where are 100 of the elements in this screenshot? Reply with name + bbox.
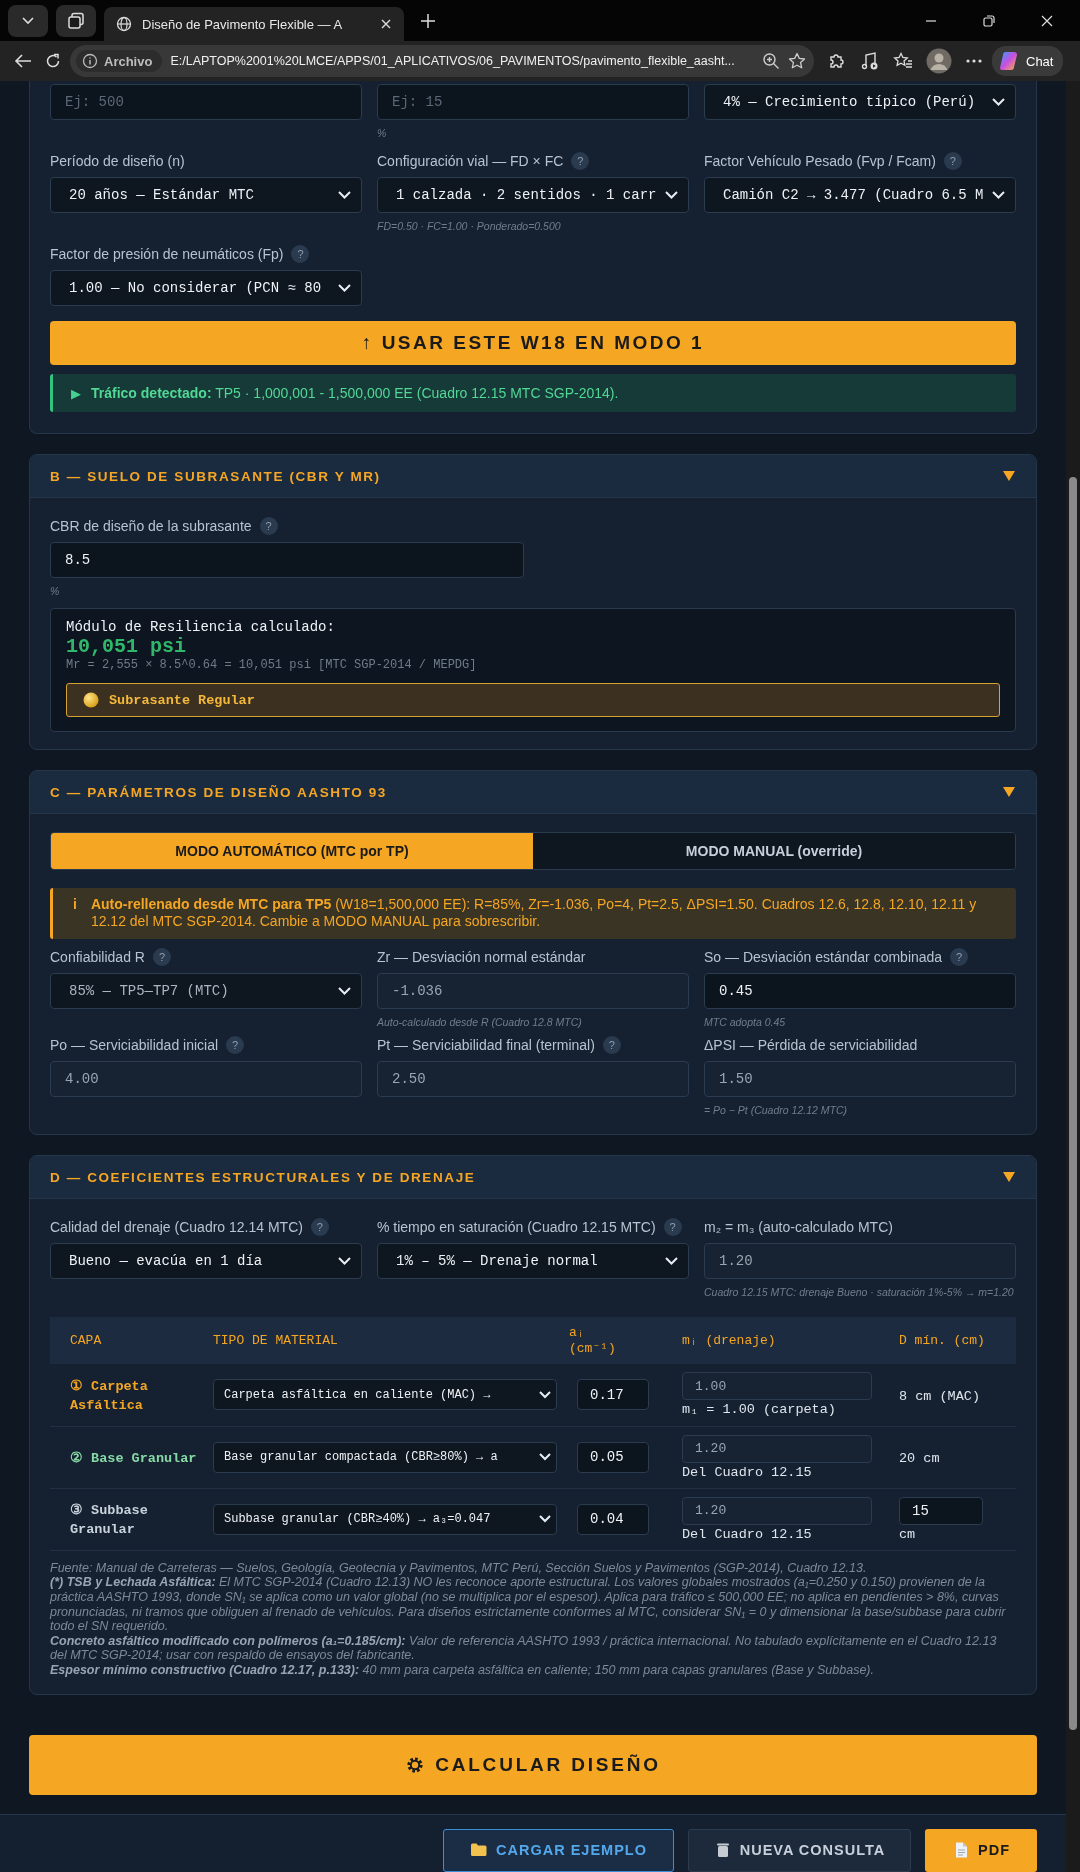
select-field[interactable]: 20 años — Estándar MTC xyxy=(50,177,362,213)
chevron-down-icon xyxy=(665,191,678,199)
chevron-down-icon xyxy=(338,1257,351,1266)
chevron-down-icon xyxy=(338,987,351,996)
load-example-button[interactable]: CARGAR EJEMPLO xyxy=(443,1829,674,1872)
section-header[interactable]: D — COEFICIENTES ESTRUCTURALES Y DE DRENAJE xyxy=(30,1156,1036,1200)
help-button[interactable]: ? xyxy=(310,1218,329,1237)
help-button[interactable]: ? xyxy=(663,1218,682,1237)
select-field[interactable]: Carpeta asfáltica en caliente (MAC) → xyxy=(213,1379,557,1411)
select-field[interactable]: Bueno — evacúa en 1 día xyxy=(50,1243,362,1280)
help-button[interactable]: ? xyxy=(291,245,310,263)
select-field[interactable]: 4% — Crecimiento típico (Perú) xyxy=(704,84,1016,120)
input-field[interactable]: 0.17 xyxy=(577,1379,649,1411)
star-icon[interactable] xyxy=(788,52,806,70)
back-icon[interactable] xyxy=(14,53,32,69)
footnote-text: Fuente: Manual de Carreteras — Suelos, Geología, Geotecnia y Pavimentos, MTC Perú, Sección Suelos y Pavimentos (SGP-2014), Cuadro 12.13. xyxy=(50,1560,868,1576)
squares-icon xyxy=(67,11,85,30)
chevron-down-icon xyxy=(338,191,351,199)
field-label: Pt — Serviciabilidad final (terminal) xyxy=(377,1037,595,1054)
input-field[interactable]: 0.05 xyxy=(577,1441,649,1473)
select-field[interactable]: 1% – 5% — Drenaje normal xyxy=(377,1243,689,1280)
field-label: Calidad del drenaje (Cuadro 12.14 MTC) xyxy=(50,1219,303,1236)
field-label: Configuración vial — FD × FC xyxy=(377,153,564,169)
chat-button[interactable]: Chat xyxy=(992,46,1064,76)
column-header: CAPA xyxy=(50,1317,213,1365)
close-icon[interactable] xyxy=(380,18,392,30)
select-field[interactable]: Base granular compactada (CBR≥80%) → a xyxy=(213,1441,557,1473)
notice-text: Auto-rellenado desde MTC para TP5 (W18=1,500,000 EE): R=85%, Zr=-1.036, Po=4, Pt=2.5, ΔPSI=1.50. Cuadros 12.6, 12.8, 12.10, 12.11 y 12.12 del MTC SGP-2014. Cambie a MODO MANUAL para sobrescribir. xyxy=(90,896,978,931)
site-info-button[interactable]: Archivo xyxy=(76,50,163,72)
input-field: -1.036 xyxy=(377,973,689,1010)
field-hint: Del Cuadro 12.15 xyxy=(682,1464,813,1480)
status-text: Subrasante Regular xyxy=(109,692,255,708)
reload-icon[interactable] xyxy=(45,53,61,69)
plus-icon[interactable] xyxy=(420,12,436,29)
unit-label: cm xyxy=(899,1526,917,1542)
input-field[interactable]: 0.45 xyxy=(704,973,1016,1010)
footnote-text: (*) TSB y Lechada Asfáltica: El MTC SGP-2014 (Cuadro 12.13) NO les reconoce aporte estructural. Los valores globales mostrados (a₁=0.250 y 0.150) provienen de la práctica AASHTO 1993, donde SN₁ se aplica como un valor global (no se multiplica por el espesor). Aplica para tráfico ≤ 500,000 EE; no aplica en pendientes > 8%, curvas pronunciadas, ni tramos que obliguen al frenado de vehículos. Para diseños estrictamente conformes al MTC, considerar SN₁ = 0 y dimensionar la base/subbase para cubrir todo el SN requerido. xyxy=(50,1575,1007,1634)
input-field: 1.20 xyxy=(682,1496,872,1525)
field-label: m₂ = m₃ (auto-calculado MTC) xyxy=(704,1219,893,1236)
chevron-down-icon xyxy=(992,191,1005,199)
footnote-text: Concreto asfáltico modificado con polímeros (a₁=0.185/cm): Valor de referencia AASHTO 1993 / práctica internacional. No tabulado explícitamente en el Cuadro 12.13 del MTC SGP-2014; usar con respaldo de ensayos del fabricante. xyxy=(50,1633,998,1663)
chevron-down-icon xyxy=(665,1257,678,1266)
table-cell: 20 cm xyxy=(899,1451,940,1467)
input-field: 1.20 xyxy=(704,1243,1016,1280)
restore-icon[interactable] xyxy=(982,13,996,28)
select-field[interactable]: 1 calzada · 2 sentidos · 1 carr xyxy=(377,177,689,213)
input-field[interactable]: Ej: 500 xyxy=(50,84,362,120)
field-label: CBR de diseño de la subrasante xyxy=(50,518,252,535)
more-icon[interactable] xyxy=(965,58,983,64)
select-field: 85% — TP5—TP7 (MTC) xyxy=(50,973,362,1010)
field-label: Po — Serviciabilidad inicial xyxy=(50,1037,219,1054)
pdf-button[interactable]: PDF xyxy=(925,1829,1037,1872)
address-bar[interactable]: Archivo E:/LAPTOP%2001%20LMCE/APPS/01_APLICATIVOS/06_PAVIMENTOS/pavimento_flexible_aasht... xyxy=(70,45,814,77)
chevron-down-icon xyxy=(21,15,35,26)
section-header[interactable]: B — SUELO DE SUBRASANTE (CBR Y MR) xyxy=(30,455,1036,499)
input-field[interactable]: 8.5 xyxy=(50,542,524,579)
browser-tab[interactable]: Diseño de Pavimento Flexible — A xyxy=(104,7,404,41)
workspaces-button[interactable] xyxy=(56,4,96,37)
field-label: So — Desviación estándar combinada xyxy=(704,949,943,966)
chevron-down-icon xyxy=(539,1453,551,1462)
chevron-down-icon xyxy=(539,1515,551,1524)
section-header[interactable]: C — PARÁMETROS DE DISEÑO AASHTO 93 xyxy=(30,771,1036,815)
info-icon xyxy=(82,53,98,69)
column-header: D mín. (cm) xyxy=(887,1317,1016,1365)
field-hint: % xyxy=(50,584,61,599)
input-field[interactable]: 0.04 xyxy=(577,1503,649,1535)
layer-name: ① Carpeta Asfáltica xyxy=(70,1378,148,1413)
favorites-icon[interactable] xyxy=(893,51,913,71)
footnote-text: Espesor mínimo constructivo (Cuadro 12.17, p.133): 40 mm para carpeta asfáltica en caliente; 150 mm para capas granulares (Base y Subbase). xyxy=(50,1662,875,1678)
calculate-button[interactable]: CALCULAR DISEÑO xyxy=(29,1735,1037,1795)
mode-tab[interactable]: MODO AUTOMÁTICO (MTC por TP) xyxy=(51,833,533,870)
help-button[interactable]: ? xyxy=(950,948,969,967)
input-field[interactable]: 15 xyxy=(899,1496,983,1525)
use-w18-button[interactable]: ↑ USAR ESTE W18 EN MODO 1 xyxy=(50,321,1016,365)
new-query-button[interactable]: NUEVA CONSULTA xyxy=(688,1829,911,1872)
layer-name: ③ Subbase Granular xyxy=(70,1503,148,1538)
scrollbar[interactable] xyxy=(1066,81,1080,1872)
field-label: Zr — Desviación normal estándar xyxy=(377,949,586,966)
help-button[interactable]: ? xyxy=(943,152,962,170)
url-text: E:/LAPTOP%2001%20LMCE/APPS/01_APLICATIVOS/06_PAVIMENTOS/pavimento_flexible_aasht... xyxy=(170,54,736,68)
chevron-down-icon xyxy=(992,98,1005,106)
triangle-icon: ▶ xyxy=(71,385,81,401)
gear-icon xyxy=(405,1755,426,1775)
tab-list-button[interactable] xyxy=(8,4,48,37)
select-field[interactable]: 1.00 — No considerar (PCN ≈ 80 xyxy=(50,270,362,306)
close-icon[interactable] xyxy=(1040,13,1054,28)
mode-tab[interactable]: MODO MANUAL (override) xyxy=(533,833,1015,870)
dot-icon xyxy=(83,692,99,709)
result-value: 10,051 psi xyxy=(66,635,188,659)
avatar-icon[interactable] xyxy=(926,48,952,74)
select-field[interactable]: Camión C2 → 3.477 (Cuadro 6.5 M xyxy=(704,177,1016,213)
globe-icon xyxy=(116,16,132,32)
input-field[interactable]: Ej: 15 xyxy=(377,84,689,120)
select-field[interactable]: Subbase granular (CBR≥40%) → a₃=0.047 xyxy=(213,1503,557,1535)
field-hint: Auto-calculado desde R (Cuadro 12.8 MTC) xyxy=(377,1015,583,1030)
music-note-icon[interactable] xyxy=(860,51,880,71)
help-button[interactable]: ? xyxy=(571,152,590,170)
zoom-icon[interactable] xyxy=(762,52,780,70)
help-button[interactable]: ? xyxy=(259,517,278,536)
puzzle-icon[interactable] xyxy=(827,51,847,71)
